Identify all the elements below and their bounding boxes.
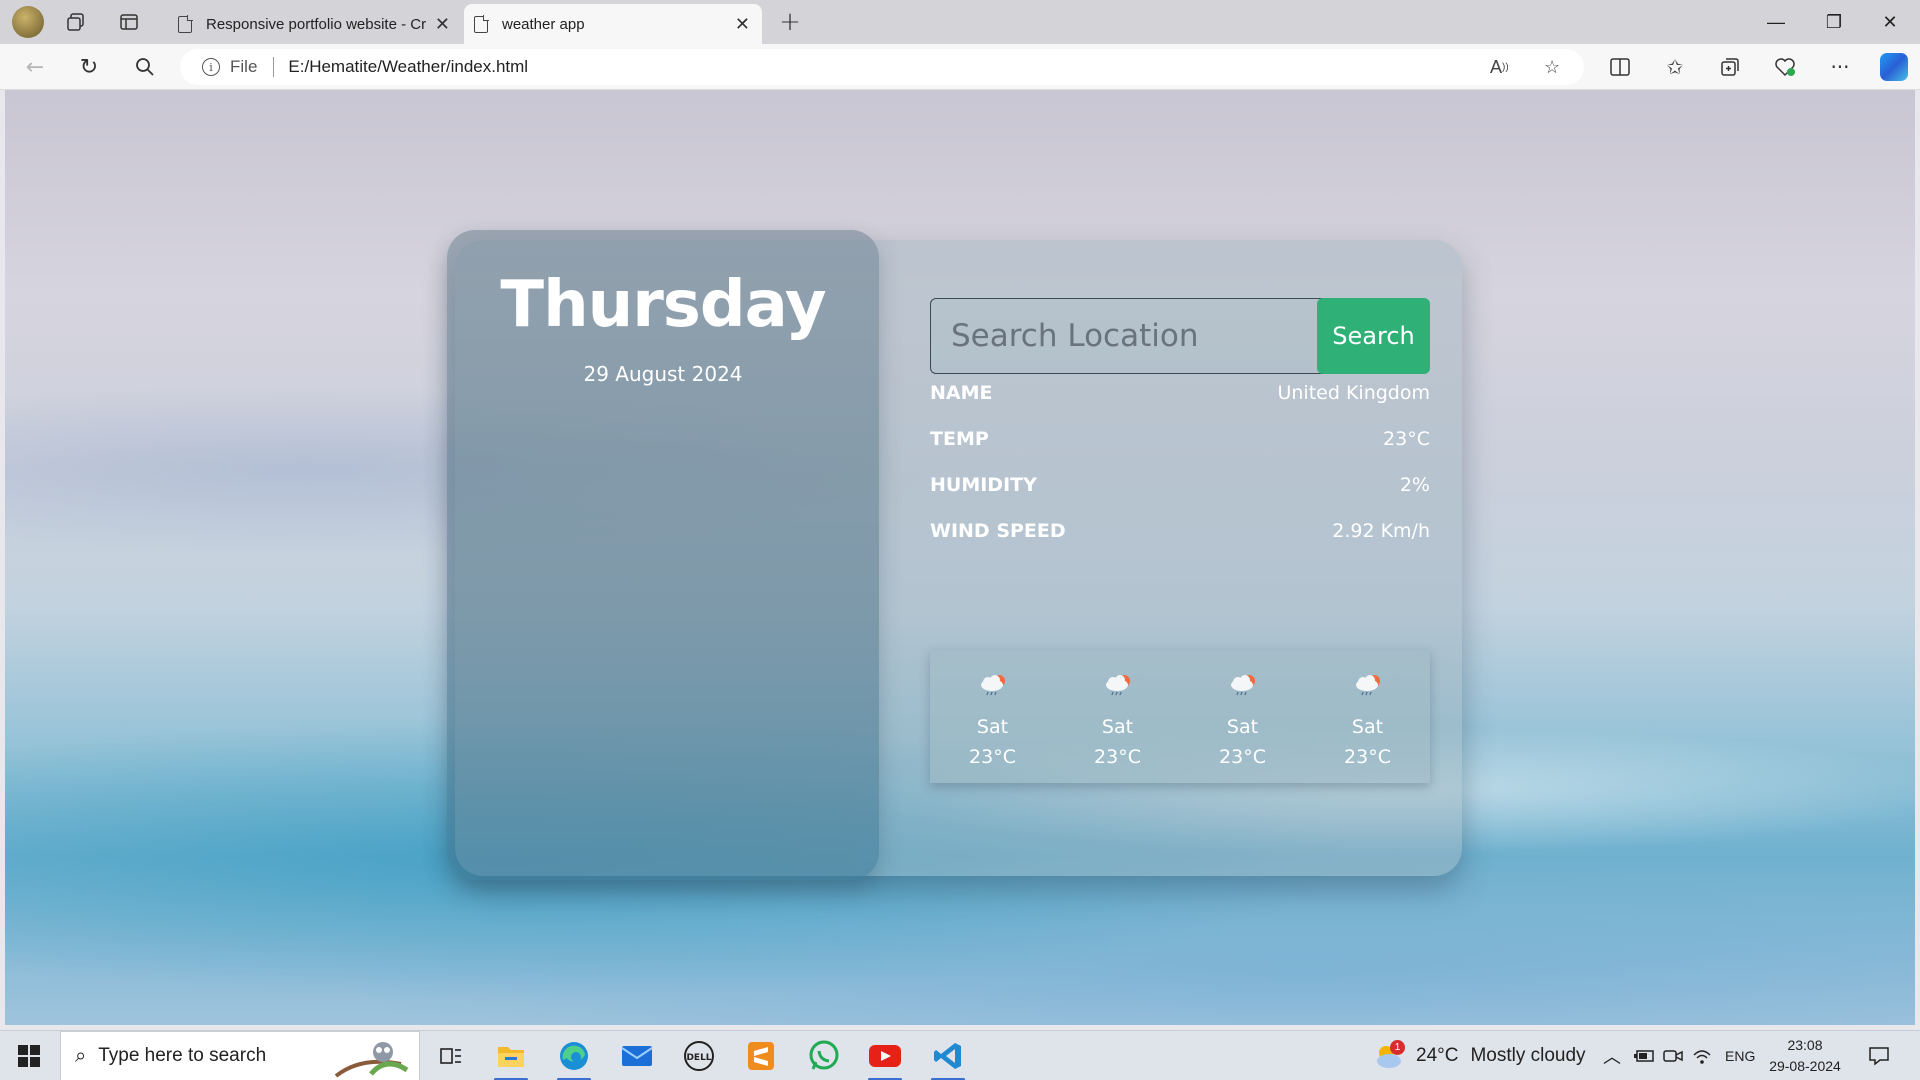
day-heading: Thursday <box>500 268 826 342</box>
search-highlight-illustration <box>334 1042 409 1078</box>
forecast-strip: Sat 23°C Sat 23°C Sat 23°C Sat 23°C <box>930 650 1430 783</box>
page-viewport: Thursday 29 August 2024 Search NAME Unit… <box>5 90 1915 1025</box>
detail-value: 2% <box>1399 474 1430 496</box>
minimize-button[interactable]: — <box>1748 6 1804 38</box>
date-text: 29 August 2024 <box>583 362 743 386</box>
address-bar: ← ↻ i File E:/Hematite/Weather/index.htm… <box>0 44 1920 90</box>
mail-icon[interactable] <box>618 1038 656 1074</box>
weather-widget[interactable]: 1 24°C Mostly cloudy <box>1372 1031 1586 1080</box>
taskbar: ⌕ Type here to search DELL 1 24°C Mostly… <box>0 1030 1920 1080</box>
edge-browser-icon[interactable] <box>555 1038 593 1080</box>
close-tab-icon[interactable]: ✕ <box>735 14 750 35</box>
dell-icon[interactable]: DELL <box>680 1038 718 1074</box>
divider <box>273 57 275 77</box>
windows-start-icon[interactable] <box>18 1045 40 1067</box>
clock-date: 29-08-2024 <box>1769 1058 1841 1074</box>
weather-alert-badge: 1 <box>1390 1040 1405 1055</box>
file-explorer-icon[interactable] <box>492 1038 530 1080</box>
youtube-icon[interactable] <box>866 1038 904 1080</box>
task-view-icon[interactable] <box>432 1038 470 1074</box>
weather-condition: Mostly cloudy <box>1470 1045 1586 1066</box>
refresh-icon[interactable]: ↻ <box>74 53 104 81</box>
back-arrow-icon[interactable]: ← <box>20 53 50 81</box>
browser-tab-bar: Responsive portfolio website - Cr ✕ weat… <box>0 0 1920 44</box>
forecast-item: Sat 23°C <box>1180 650 1305 783</box>
forecast-temp: 23°C <box>1344 746 1391 768</box>
notifications-icon[interactable] <box>1868 1031 1890 1080</box>
restore-button[interactable]: ❐ <box>1806 6 1862 38</box>
detail-label: WIND SPEED <box>930 520 1066 542</box>
scheme-label: File <box>230 57 258 76</box>
forecast-day: Sat <box>976 716 1009 738</box>
detail-row-wind-speed: WIND SPEED 2.92 Km/h <box>930 516 1430 546</box>
detail-row-humidity: HUMIDITY 2% <box>930 470 1430 500</box>
taskbar-search-placeholder: Type here to search <box>98 1045 267 1066</box>
profile-avatar[interactable] <box>12 6 44 38</box>
collections-icon[interactable] <box>1716 54 1744 80</box>
info-icon[interactable]: i <box>202 58 220 76</box>
forecast-day: Sat <box>1351 716 1384 738</box>
close-window-button[interactable]: ✕ <box>1862 6 1918 38</box>
detail-row-name: NAME United Kingdom <box>930 378 1430 408</box>
search-button[interactable]: Search <box>1317 298 1430 374</box>
favorites-icon[interactable]: ✩ <box>1661 54 1689 80</box>
forecast-day: Sat <box>1101 716 1134 738</box>
language-indicator[interactable]: ENG <box>1725 1031 1755 1080</box>
vscode-icon[interactable] <box>929 1038 967 1080</box>
detail-value: 23°C <box>1383 428 1430 450</box>
split-screen-icon[interactable] <box>1606 54 1634 80</box>
battery-icon[interactable] <box>1633 1031 1655 1080</box>
copilot-icon[interactable] <box>1880 53 1908 81</box>
meet-now-icon[interactable] <box>1663 1031 1683 1080</box>
read-aloud-icon[interactable]: A)) <box>1490 49 1509 85</box>
detail-label: TEMP <box>930 428 989 450</box>
url-field[interactable]: i File E:/Hematite/Weather/index.html A)… <box>180 49 1584 85</box>
date-panel: Thursday 29 August 2024 <box>447 230 879 880</box>
cloud-rain-sun-icon <box>981 675 1005 696</box>
cloud-rain-sun-icon <box>1106 675 1130 696</box>
page-icon <box>178 15 193 33</box>
cloud-rain-sun-icon <box>1231 675 1255 696</box>
forecast-item: Sat 23°C <box>930 650 1055 783</box>
weather-temp: 24°C <box>1416 1045 1459 1066</box>
search-location-input[interactable] <box>930 298 1350 374</box>
tab-title: weather app <box>502 15 585 33</box>
forecast-temp: 23°C <box>1094 746 1141 768</box>
forecast-day: Sat <box>1226 716 1259 738</box>
vertical-tabs-icon[interactable] <box>115 8 143 36</box>
new-tab-button[interactable]: + <box>776 7 804 37</box>
workspaces-icon[interactable] <box>62 8 90 36</box>
weather-card: Thursday 29 August 2024 Search NAME Unit… <box>447 230 1462 880</box>
clock-time: 23:08 <box>1787 1037 1823 1053</box>
search-icon: ⌕ <box>75 1044 87 1067</box>
search-icon[interactable] <box>130 53 160 81</box>
detail-value: 2.92 Km/h <box>1332 520 1430 542</box>
forecast-item: Sat 23°C <box>1055 650 1180 783</box>
svg-text:DELL: DELL <box>686 1053 711 1063</box>
sublime-text-icon[interactable] <box>742 1038 780 1074</box>
detail-label: HUMIDITY <box>930 474 1037 496</box>
detail-label: NAME <box>930 382 993 404</box>
url-text[interactable]: E:/Hematite/Weather/index.html <box>288 57 528 77</box>
wifi-icon[interactable] <box>1692 1031 1712 1080</box>
system-clock[interactable]: 23:08 29-08-2024 <box>1760 1035 1850 1077</box>
detail-value: United Kingdom <box>1277 382 1430 404</box>
forecast-temp: 23°C <box>1219 746 1266 768</box>
page-icon <box>474 15 489 33</box>
tab-portfolio[interactable]: Responsive portfolio website - Cr ✕ <box>168 4 462 44</box>
show-hidden-icons-chevron-icon[interactable]: ︿ <box>1603 1031 1621 1080</box>
cloud-rain-sun-icon <box>1356 675 1380 696</box>
forecast-temp: 23°C <box>969 746 1016 768</box>
tab-weather-app[interactable]: weather app ✕ <box>464 4 762 44</box>
search-form: Search <box>930 298 1430 374</box>
browser-essentials-icon[interactable] <box>1771 54 1799 80</box>
close-tab-icon[interactable]: ✕ <box>435 14 450 35</box>
more-options-icon[interactable]: ··· <box>1826 54 1854 80</box>
favorite-star-icon[interactable]: ☆ <box>1544 49 1560 85</box>
forecast-item: Sat 23°C <box>1305 650 1430 783</box>
whatsapp-icon[interactable] <box>805 1038 843 1074</box>
tab-title: Responsive portfolio website - Cr <box>206 15 427 33</box>
taskbar-search-box[interactable]: ⌕ Type here to search <box>60 1031 420 1080</box>
detail-row-temp: TEMP 23°C <box>930 424 1430 454</box>
